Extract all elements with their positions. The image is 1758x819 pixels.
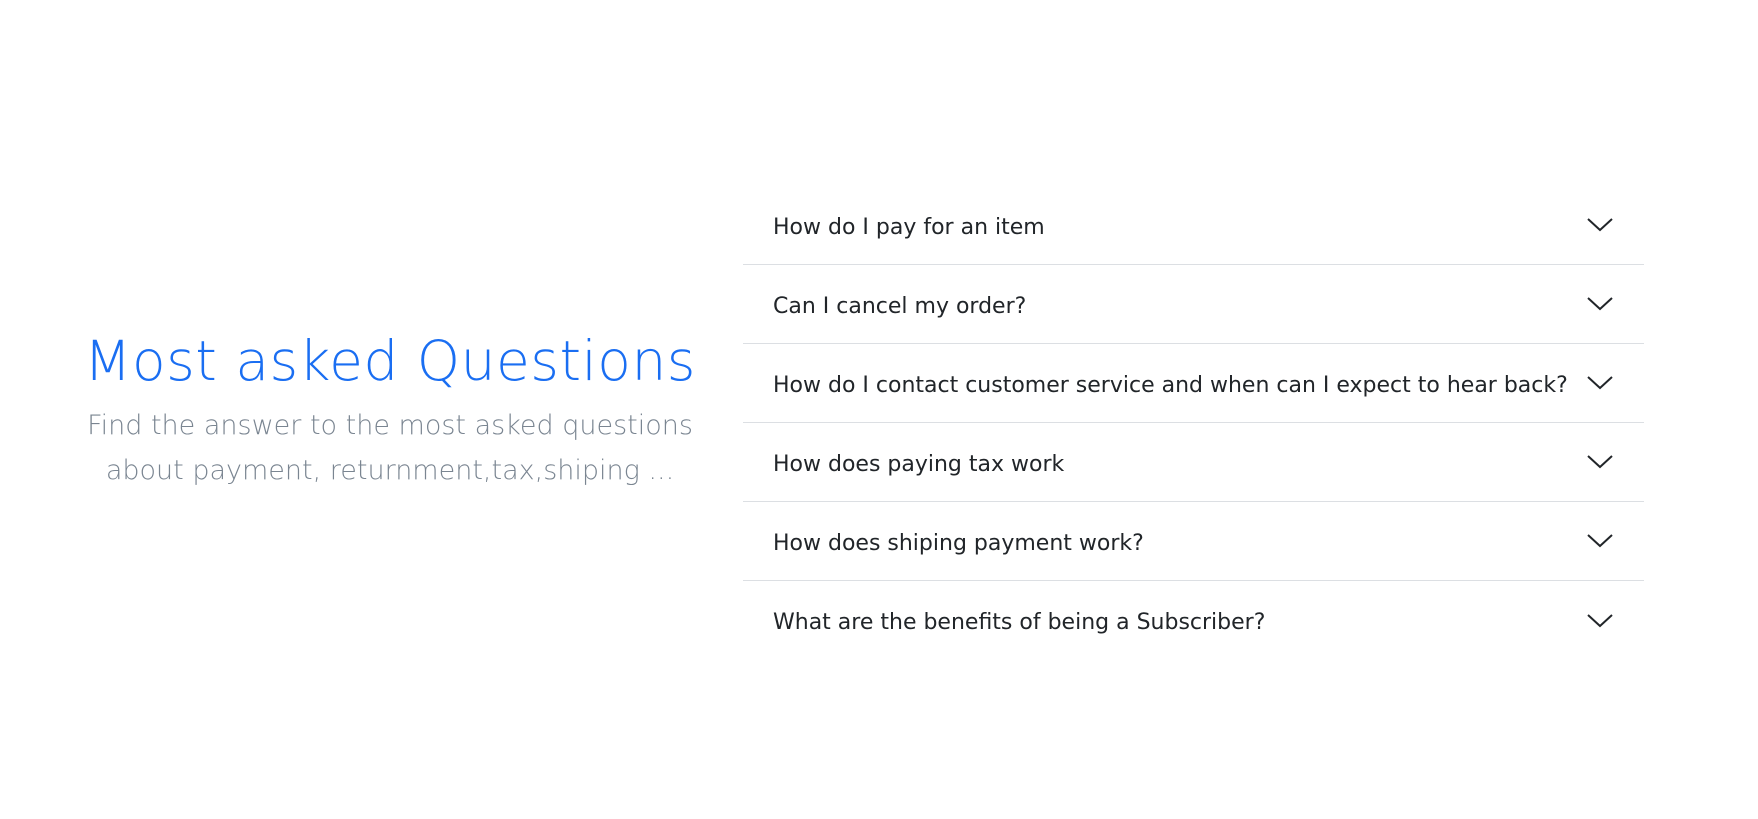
faq-question: How do I contact customer service and wh… bbox=[773, 372, 1568, 398]
faq-item-pay-for-item[interactable]: How do I pay for an item bbox=[743, 186, 1644, 265]
chevron-down-icon[interactable] bbox=[1586, 612, 1614, 630]
faq-question: How does shiping payment work? bbox=[773, 530, 1144, 556]
chevron-down-icon[interactable] bbox=[1586, 532, 1614, 550]
faq-accordion: How do I pay for an item Can I cancel my… bbox=[743, 186, 1644, 660]
subtitle-line-1: Find the answer to the most asked questi… bbox=[87, 410, 693, 441]
faq-item-subscriber-benefits[interactable]: What are the benefits of being a Subscri… bbox=[743, 581, 1644, 660]
faq-item-shipping-payment[interactable]: How does shiping payment work? bbox=[743, 502, 1644, 581]
faq-question: What are the benefits of being a Subscri… bbox=[773, 610, 1266, 635]
chevron-down-icon[interactable] bbox=[1586, 453, 1614, 471]
chevron-down-icon[interactable] bbox=[1586, 374, 1614, 392]
faq-item-paying-tax[interactable]: How does paying tax work bbox=[743, 423, 1644, 502]
faq-item-cancel-order[interactable]: Can I cancel my order? bbox=[743, 265, 1644, 344]
page-title: Most asked Questions bbox=[84, 329, 696, 393]
page-subtitle: Find the answer to the most asked questi… bbox=[60, 403, 720, 493]
faq-item-contact-customer-service[interactable]: How do I contact customer service and wh… bbox=[743, 344, 1644, 423]
faq-question: How do I pay for an item bbox=[773, 214, 1045, 240]
faq-intro: Most asked Questions Find the answer to … bbox=[60, 325, 720, 493]
chevron-down-icon[interactable] bbox=[1586, 216, 1614, 234]
subtitle-line-2: about payment, returnment,tax,shiping ..… bbox=[105, 455, 675, 486]
chevron-down-icon[interactable] bbox=[1586, 295, 1614, 313]
faq-question: How does paying tax work bbox=[773, 451, 1065, 477]
faq-question: Can I cancel my order? bbox=[773, 293, 1027, 319]
